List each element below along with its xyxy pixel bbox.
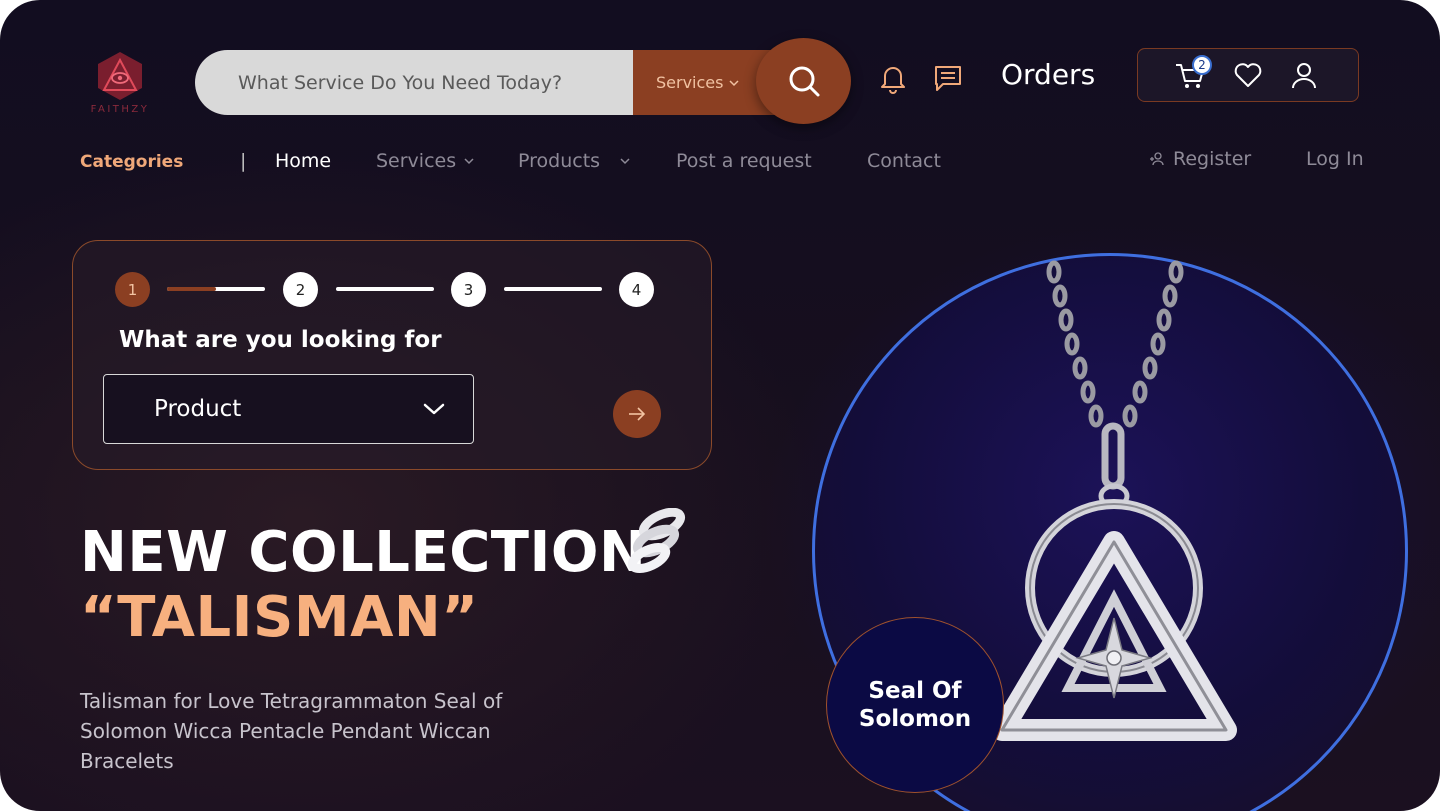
looking-for-select[interactable]: Product xyxy=(103,374,474,444)
chevron-down-icon xyxy=(423,403,445,415)
login-link[interactable]: Log In xyxy=(1306,148,1364,170)
register-label: Register xyxy=(1173,148,1252,170)
page-frame: FAITHZY Services Orders xyxy=(0,0,1440,811)
step-4[interactable]: 4 xyxy=(619,272,654,307)
login-label: Log In xyxy=(1306,148,1364,170)
product-name-badge: Seal Of Solomon xyxy=(826,617,1004,793)
message-icon xyxy=(935,66,961,91)
search-category-label: Services xyxy=(656,73,724,92)
heart-icon xyxy=(1234,63,1262,87)
step-1[interactable]: 1 xyxy=(115,272,150,307)
step-connector-3 xyxy=(504,287,602,291)
product-name-label: Seal Of Solomon xyxy=(858,678,972,732)
chevron-down-icon xyxy=(729,79,739,86)
step-3[interactable]: 3 xyxy=(451,272,486,307)
search-icon xyxy=(789,66,819,97)
nav-separator: | xyxy=(240,150,247,172)
nav-products-label: Products xyxy=(518,150,601,172)
step-connector-1 xyxy=(167,287,265,291)
logo-text: FAITHZY xyxy=(90,104,150,115)
nav-home-label: Home xyxy=(275,150,332,172)
register-link[interactable]: Register xyxy=(1149,148,1251,170)
spring-icon xyxy=(627,508,686,574)
wishlist-button[interactable] xyxy=(1232,60,1264,90)
user-icon xyxy=(1292,63,1316,89)
nav-services[interactable]: Services xyxy=(376,150,474,172)
brand-logo[interactable]: FAITHZY xyxy=(86,50,154,120)
step-2[interactable]: 2 xyxy=(283,272,318,307)
bell-icon xyxy=(881,67,905,94)
hero-heading-line2: “TALISMAN” xyxy=(80,585,479,650)
search-bar: Services xyxy=(195,50,795,115)
hero-heading-line1: NEW COLLECTION xyxy=(80,520,647,585)
notifications-button[interactable] xyxy=(877,61,909,95)
nav-post-request-label: Post a request xyxy=(676,150,812,172)
search-button[interactable] xyxy=(756,38,851,124)
cart-count-badge: 2 xyxy=(1192,55,1212,75)
search-input[interactable] xyxy=(195,50,633,115)
next-step-button[interactable] xyxy=(613,390,661,438)
step-connector-2 xyxy=(336,287,434,291)
arrow-right-icon xyxy=(629,407,646,421)
logo-icon xyxy=(98,52,142,100)
user-plus-icon xyxy=(1150,152,1164,166)
nav-contact-label: Contact xyxy=(867,150,941,172)
orders-link[interactable]: Orders xyxy=(1001,58,1095,91)
hero-description: Talisman for Love Tetragrammaton Seal of… xyxy=(80,689,503,773)
nav-home[interactable]: Home xyxy=(275,150,331,172)
chevron-down-icon xyxy=(620,158,630,165)
categories-menu[interactable]: Categories xyxy=(80,152,183,172)
messages-button[interactable] xyxy=(932,62,964,94)
account-button[interactable] xyxy=(1289,60,1319,90)
nav-services-label: Services xyxy=(376,150,457,172)
looking-for-value: Product xyxy=(154,396,242,422)
step-connector-1-progress xyxy=(167,287,216,291)
pendant-image xyxy=(991,260,1237,741)
nav-contact[interactable]: Contact xyxy=(867,150,941,172)
nav-products[interactable]: Products xyxy=(518,150,630,172)
chevron-down-icon xyxy=(464,158,474,165)
stepper-question: What are you looking for xyxy=(119,327,442,353)
nav-post-request[interactable]: Post a request xyxy=(676,150,812,172)
